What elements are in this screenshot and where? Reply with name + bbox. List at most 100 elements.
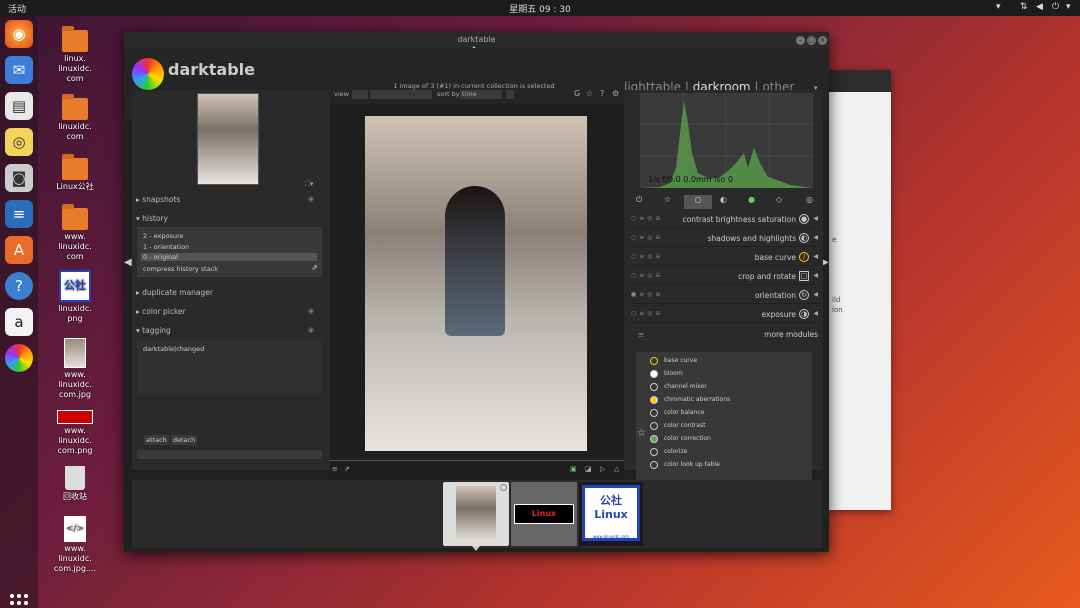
history-item[interactable]: 1 - orientation [143,243,189,251]
expand-arrow-icon[interactable]: ◀ [813,253,818,260]
module-exposure[interactable]: ○≡◎⊖ exposure ◑ ◀ [628,306,820,323]
power-icon[interactable]: ⏻ [1052,2,1059,12]
module-list-item[interactable]: color balance [646,407,806,420]
trash[interactable]: 回收站 [45,466,105,502]
attach-button[interactable]: attach [144,435,169,445]
firefox-icon[interactable]: ◉ [5,20,33,48]
desktop-folder[interactable]: linux. linuxidc. com [45,26,105,84]
sort-order-button[interactable] [506,90,514,99]
close-button[interactable]: × [818,36,827,45]
gamut-icon[interactable]: ◪ [585,465,592,473]
compress-history-button[interactable]: compress history stack [143,265,218,273]
module-orientation[interactable]: ●≡◎⊖ orientation ↻ ◀ [628,287,820,304]
module-list-item[interactable]: bloom [646,368,806,381]
module-crop[interactable]: ○≡◎⊖ crop and rotate □ ◀ [628,268,820,285]
star-icon[interactable]: ☆ [664,195,671,204]
warning-icon[interactable]: △ [614,465,619,473]
thunderbird-icon[interactable]: ✉ [5,56,33,84]
volume-icon[interactable]: ◀ [1036,2,1043,12]
expand-arrow-icon[interactable]: ◀ [813,310,818,317]
files-icon[interactable]: ▤ [5,92,33,120]
zoom-icon[interactable]: ⛶▾ [305,180,313,189]
desktop-folder[interactable]: www. linuxidc. com [45,204,105,262]
amazon-icon[interactable]: a [5,308,33,336]
history-item-selected[interactable]: 0 - original [141,253,317,261]
background-window-titlebar[interactable] [828,70,891,92]
expand-arrow-icon[interactable]: ◀ [813,234,818,241]
reset-icon[interactable]: ◉ [308,195,314,203]
reset-icon[interactable]: ◉ [308,307,314,315]
help-icon[interactable]: ? [5,272,33,300]
correct-group-icon[interactable]: ◇ [776,195,782,204]
module-list-item[interactable]: colorize [646,446,806,459]
network-icon[interactable]: ⇅ [1020,2,1028,12]
history-header[interactable]: ▾ history [136,214,326,223]
help-icon[interactable]: ? [600,89,604,98]
darktable-icon[interactable] [5,344,33,372]
softproof-icon[interactable]: ▣ [570,465,577,473]
module-list-item[interactable]: color contrast [646,420,806,433]
star-icon[interactable]: ☆ [586,89,593,98]
minimize-button[interactable]: – [796,36,805,45]
background-window[interactable]: ild ion e [828,70,891,510]
module-list-item[interactable]: color look up table [646,459,806,472]
gear-icon[interactable]: ⚙ [612,89,619,98]
module-shadows[interactable]: ○≡◎⊖ shadows and highlights ◐ ◀ [628,230,820,247]
tone-group-icon[interactable]: ◐ [720,195,727,204]
color-picker-header[interactable]: ▸ color picker ◉ [136,307,326,316]
photo-preview[interactable] [365,116,587,451]
tag-item[interactable]: darktable|changed [143,345,204,353]
view-comparator-select[interactable] [352,90,368,99]
chevron-down-icon[interactable]: ▾ [996,2,1001,12]
filmstrip-thumb[interactable]: 公社 Linux www.linuxidc.com [579,482,643,546]
show-apps-icon[interactable] [10,594,28,608]
menu-icon[interactable]: ≡ [332,465,338,473]
navigation-thumbnail[interactable] [197,93,259,185]
sort-select[interactable]: time [460,90,502,99]
software-icon[interactable]: A [5,236,33,264]
expand-arrow-icon[interactable]: ◀ [813,291,818,298]
thumb-badge-icon[interactable] [500,484,507,491]
module-basecurve[interactable]: ○≡◎⊖ base curve ∕ ◀ [628,249,820,266]
effect-group-icon[interactable]: ◎ [806,195,813,204]
power-icon[interactable]: ⏻ [636,195,642,205]
module-list-item[interactable]: channel mixer [646,381,806,394]
collapse-left-arrow[interactable]: ◀ [124,257,132,268]
history-item[interactable]: 2 - exposure [143,232,183,240]
color-group-icon[interactable]: ● [748,195,755,204]
module-list-item[interactable]: color correction [646,433,806,446]
basic-group-icon[interactable]: ○ [684,195,712,209]
expand-arrow-icon[interactable]: ◀ [813,272,818,279]
filmstrip-thumb[interactable]: Linux [511,482,577,546]
menu-icon[interactable]: ≡ [638,330,644,339]
module-list-item[interactable]: base curve [646,355,806,368]
chevron-down-icon[interactable]: ▾ [1066,2,1071,12]
tag-entry[interactable] [137,450,322,459]
reset-icon[interactable]: ◉ [308,326,314,334]
desktop-file[interactable]: 公社 linuxidc. png [45,270,105,324]
maximize-button[interactable]: □ [807,36,816,45]
writer-icon[interactable]: ≡ [5,200,33,228]
play-icon[interactable]: ▷ [600,465,605,473]
favorite-star-icon[interactable]: ☆ [637,428,646,439]
view-rating-select[interactable] [370,90,432,99]
desktop-folder[interactable]: Linux公社 [45,154,105,192]
snapshots-header[interactable]: ▸ snapshots ◉ [136,195,326,204]
grouping-icon[interactable]: G [574,89,580,98]
desktop-folder[interactable]: linuxidc. com [45,94,105,142]
collapse-bottom-arrow[interactable] [472,546,480,551]
expand-arrow-icon[interactable]: ◀ [813,215,818,222]
duplicate-manager-header[interactable]: ▸ duplicate manager [136,288,326,297]
module-list-item[interactable]: chromatic aberrations [646,394,806,407]
tagging-header[interactable]: ▾ tagging ◉ [136,326,326,335]
module-contrast[interactable]: ○≡◎⊖ contrast brightness saturation ● ◀ [628,211,820,228]
desktop-file[interactable]: </> www. linuxidc. com.jpg.... [45,516,105,574]
more-modules-header[interactable]: ≡ more modules [628,330,820,342]
clock[interactable]: 星期五 09 : 30 [0,2,1080,15]
rhythmbox-icon[interactable]: ◎ [5,128,33,156]
style-icon[interactable]: ⇗ [311,263,318,272]
desktop-file[interactable]: www. linuxidc. com.jpg [45,338,105,400]
camera-icon[interactable]: ◙ [5,164,33,192]
desktop-file[interactable]: www. linuxidc. com.png [45,410,105,456]
style-icon[interactable]: ⇗ [344,465,350,473]
